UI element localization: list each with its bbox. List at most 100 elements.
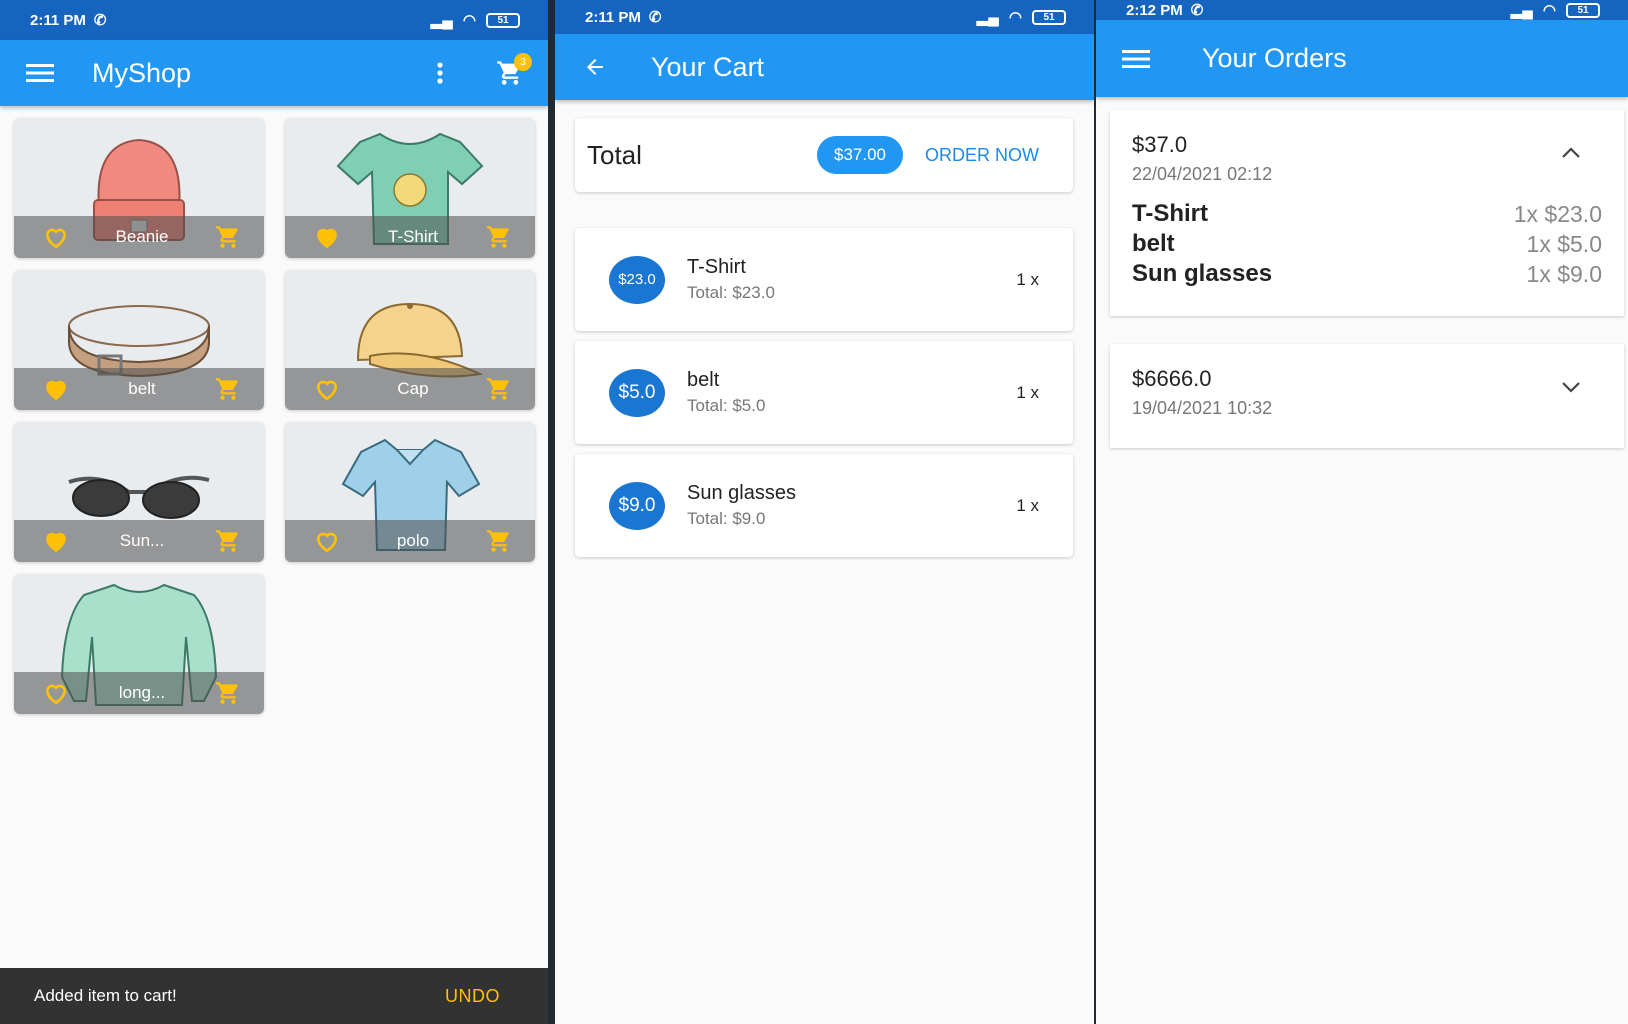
order-item-price: 1x $23.0 <box>1513 200 1602 227</box>
total-card: Total $37.00 ORDER NOW <box>575 118 1073 192</box>
product-name: T-Shirt <box>387 227 439 246</box>
battery-icon: 51 <box>486 12 520 28</box>
price-avatar: $23.0 <box>609 255 665 304</box>
item-title: belt <box>687 369 720 391</box>
product-tile[interactable]: long... <box>14 574 264 714</box>
page-title: MyShop <box>92 57 192 88</box>
price-avatar: $9.0 <box>609 481 665 530</box>
menu-icon[interactable] <box>1120 43 1152 75</box>
wifi-icon: ◠ <box>462 12 476 29</box>
shop-screen: 2:11 PM ✆ ▂▄ ◠ 51 MyShop 3 Beanie T-Shir… <box>0 0 548 1024</box>
order-item-row: belt 1x $5.0 <box>1132 229 1602 259</box>
order-card: $37.0 22/04/2021 02:12 T-Shirt 1x $23.0 … <box>1110 110 1624 316</box>
total-chip: $37.00 <box>817 136 903 174</box>
order-items: T-Shirt 1x $23.0 belt 1x $5.0 Sun glasse… <box>1110 185 1624 289</box>
item-quantity: 1 x <box>1016 495 1039 515</box>
add-to-cart-icon[interactable] <box>214 680 242 706</box>
menu-icon[interactable] <box>24 57 56 89</box>
product-name: Cap <box>397 379 429 398</box>
item-subtotal: Total: $9.0 <box>687 509 766 528</box>
app-bar: MyShop 3 <box>0 40 548 106</box>
product-footer: Beanie <box>14 216 264 258</box>
call-icon: ✆ <box>1190 2 1204 19</box>
battery-icon: 51 <box>1032 9 1066 25</box>
heart-outline-icon[interactable] <box>42 225 70 249</box>
order-date: 22/04/2021 02:12 <box>1132 164 1273 184</box>
add-to-cart-icon[interactable] <box>214 376 242 402</box>
order-item-name: T-Shirt <box>1132 200 1208 227</box>
product-name: belt <box>128 379 156 398</box>
wifi-icon: ◠ <box>1008 9 1022 26</box>
battery-icon: 51 <box>1566 2 1600 18</box>
price-avatar: $5.0 <box>609 368 665 417</box>
order-item-name: belt <box>1132 230 1175 257</box>
cart-item[interactable]: $23.0 T-Shirt Total: $23.0 1 x <box>575 228 1073 331</box>
order-amount: $37.0 <box>1132 132 1188 157</box>
product-footer: polo <box>285 520 535 562</box>
signal-icon: ▂▄ <box>976 9 999 26</box>
item-quantity: 1 x <box>1016 382 1039 402</box>
product-footer: belt <box>14 368 264 410</box>
more-vert-icon[interactable] <box>428 53 452 93</box>
status-bar: 2:11 PM ✆ ▂▄ ◠ 51 <box>555 0 1094 34</box>
item-title: T-Shirt <box>687 256 746 278</box>
order-amount: $6666.0 <box>1132 366 1212 391</box>
status-bar: 2:12 PM ✆ ▂▄ ◠ 51 <box>1096 0 1628 20</box>
product-tile[interactable]: T-Shirt <box>285 118 535 258</box>
status-time: 2:11 PM <box>585 8 641 26</box>
call-icon: ✆ <box>93 12 107 29</box>
snackbar: Added item to cart! UNDO <box>0 968 548 1024</box>
page-title: Your Cart <box>651 51 765 82</box>
order-item-name: Sun glasses <box>1132 260 1273 287</box>
item-title: Sun glasses <box>687 482 796 504</box>
product-name: polo <box>396 531 430 550</box>
product-footer: Cap <box>285 368 535 410</box>
chevron-down-icon[interactable] <box>1560 380 1582 394</box>
add-to-cart-icon[interactable] <box>485 224 513 250</box>
order-date: 19/04/2021 10:32 <box>1132 398 1273 418</box>
status-time: 2:12 PM <box>1126 1 1183 19</box>
app-bar: Your Cart <box>555 34 1094 100</box>
add-to-cart-icon[interactable] <box>485 376 513 402</box>
product-tile[interactable]: polo <box>285 422 535 562</box>
cart-button[interactable]: 3 <box>492 53 532 93</box>
cart-item[interactable]: $5.0 belt Total: $5.0 1 x <box>575 341 1073 444</box>
product-name: Beanie <box>115 227 169 246</box>
product-tile[interactable]: Cap <box>285 270 535 410</box>
chevron-up-icon[interactable] <box>1560 146 1582 160</box>
back-arrow-icon[interactable] <box>579 51 611 83</box>
product-tile[interactable]: Beanie <box>14 118 264 258</box>
page-title: Your Orders <box>1202 43 1347 73</box>
wifi-icon: ◠ <box>1542 2 1556 19</box>
add-to-cart-icon[interactable] <box>485 528 513 554</box>
item-subtotal: Total: $23.0 <box>687 283 775 302</box>
cart-item[interactable]: $9.0 Sun glasses Total: $9.0 1 x <box>575 454 1073 557</box>
heart-outline-icon[interactable] <box>313 377 341 401</box>
heart-outline-icon[interactable] <box>42 681 70 705</box>
call-icon: ✆ <box>648 9 662 26</box>
heart-outline-icon[interactable] <box>313 529 341 553</box>
app-bar: Your Orders <box>1096 20 1628 97</box>
heart-filled-icon[interactable] <box>42 529 70 553</box>
add-to-cart-icon[interactable] <box>214 528 242 554</box>
signal-icon: ▂▄ <box>1510 2 1533 19</box>
status-time: 2:11 PM <box>30 11 86 29</box>
status-bar: 2:11 PM ✆ ▂▄ ◠ 51 <box>0 0 548 40</box>
product-tile[interactable]: Sun... <box>14 422 264 562</box>
order-item-row: T-Shirt 1x $23.0 <box>1132 199 1602 229</box>
product-name: Sun... <box>119 531 165 550</box>
order-card: $6666.0 19/04/2021 10:32 <box>1110 344 1624 448</box>
order-now-button[interactable]: ORDER NOW <box>925 145 1039 166</box>
orders-screen: 2:12 PM ✆ ▂▄ ◠ 51 Your Orders $37.0 22/0… <box>1096 0 1628 1024</box>
add-to-cart-icon[interactable] <box>214 224 242 250</box>
order-item-price: 1x $9.0 <box>1526 260 1602 287</box>
product-tile[interactable]: belt <box>14 270 264 410</box>
product-footer: Sun... <box>14 520 264 562</box>
heart-filled-icon[interactable] <box>313 225 341 249</box>
heart-filled-icon[interactable] <box>42 377 70 401</box>
undo-button[interactable]: UNDO <box>445 986 500 1007</box>
product-footer: T-Shirt <box>285 216 535 258</box>
total-label: Total <box>587 139 642 170</box>
item-quantity: 1 x <box>1016 269 1039 289</box>
snackbar-message: Added item to cart! <box>34 986 177 1005</box>
